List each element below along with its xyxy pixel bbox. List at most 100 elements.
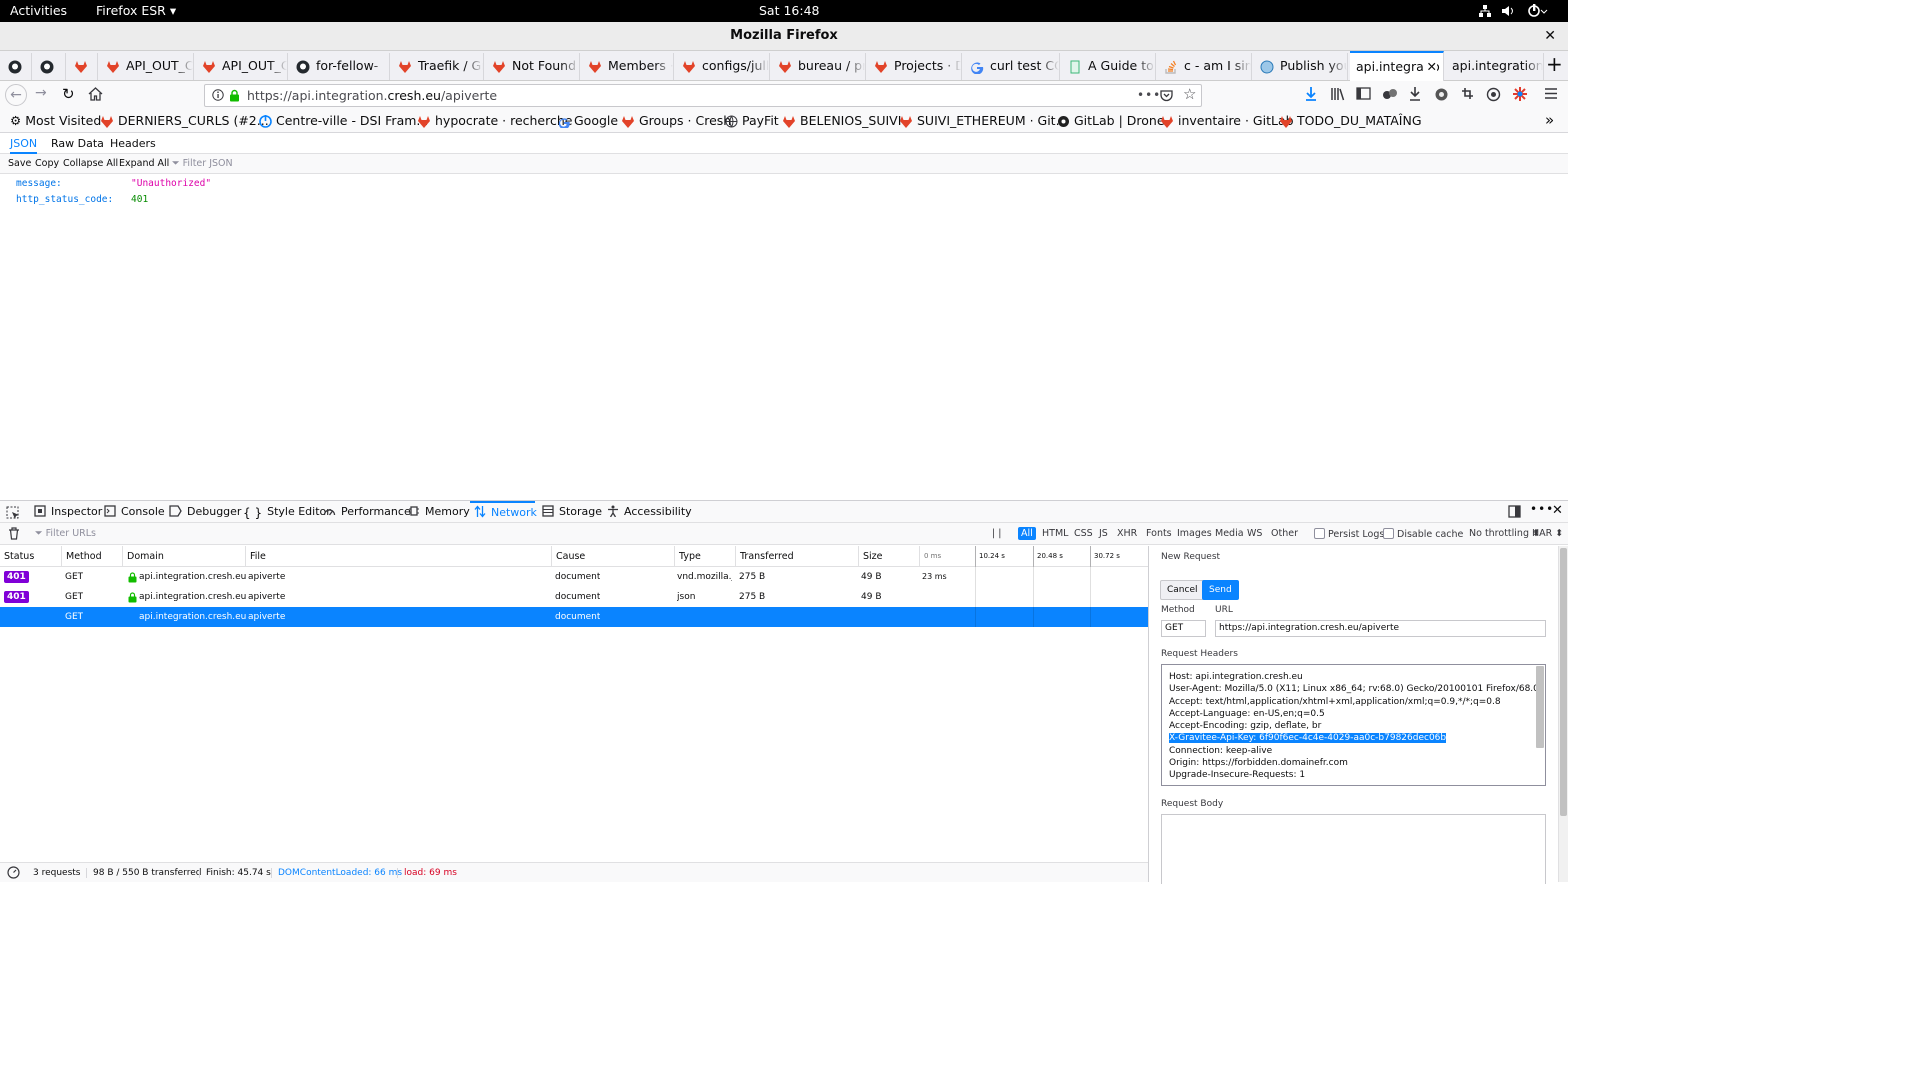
tab-performance[interactable]: Performance xyxy=(323,505,411,518)
site-info-icon[interactable] xyxy=(212,89,224,101)
bookmark[interactable]: PayFit xyxy=(725,113,779,128)
back-button[interactable]: ← xyxy=(5,84,27,106)
forward-button[interactable]: → xyxy=(35,85,47,101)
tab-accessibility[interactable]: Accessibility xyxy=(607,505,692,518)
reload-button[interactable]: ↻ xyxy=(62,85,75,103)
expand-all-button[interactable]: Expand All xyxy=(119,158,169,169)
app-menu[interactable]: Firefox ESR ▾ xyxy=(96,3,176,18)
downloads-icon[interactable] xyxy=(1408,86,1422,102)
tab[interactable]: for-fellow- xyxy=(290,53,390,80)
request-headers-textarea[interactable]: Host: api.integration.cresh.eu User-Agen… xyxy=(1161,664,1546,786)
download-progress-icon[interactable] xyxy=(1304,86,1318,102)
tab-inspector[interactable]: Inspector xyxy=(34,505,102,518)
har-menu[interactable]: HAR ⬍ xyxy=(1532,528,1563,539)
tab[interactable]: bureau / pr xyxy=(772,53,866,80)
lock-icon[interactable] xyxy=(229,89,240,102)
dock-icon[interactable] xyxy=(1508,505,1521,518)
textarea-scrollbar[interactable] xyxy=(1536,666,1544,748)
tab[interactable]: Traefik / Gr xyxy=(392,53,484,80)
send-button[interactable]: Send xyxy=(1202,580,1239,600)
activities-button[interactable]: Activities xyxy=(10,3,67,18)
bookmark[interactable]: GitLab | Drone xyxy=(1057,113,1165,128)
copy-button[interactable]: Copy xyxy=(35,158,59,169)
column-status[interactable]: Status xyxy=(0,546,61,567)
tab[interactable]: Not Found xyxy=(486,53,580,80)
bookmarks-overflow-icon[interactable]: » xyxy=(1545,111,1554,129)
new-tab-button[interactable]: + xyxy=(1546,54,1563,74)
url-input[interactable]: https://api.integration.cresh.eu/apivert… xyxy=(1215,620,1546,637)
column-type[interactable]: Type xyxy=(674,546,735,567)
pause-button[interactable]: | | xyxy=(992,528,1001,539)
devtools-menu-icon[interactable]: ••• xyxy=(1530,502,1554,516)
tab-close-icon[interactable]: ✕ xyxy=(1423,53,1437,81)
filter-other[interactable]: Other xyxy=(1271,528,1298,539)
bookmark[interactable]: Google xyxy=(558,113,618,128)
tab[interactable] xyxy=(34,53,66,80)
filter-html[interactable]: HTML xyxy=(1042,528,1068,539)
filter-xhr[interactable]: XHR xyxy=(1117,528,1137,539)
tab-storage[interactable]: Storage xyxy=(542,505,602,518)
extension-icon[interactable] xyxy=(1434,87,1449,102)
column-timeline[interactable]: 0 ms 10.24 s 20.48 s 30.72 s xyxy=(919,546,1148,567)
tab-headers[interactable]: Headers xyxy=(110,137,156,150)
bookmark[interactable]: DERNIERS_CURLS (#2... xyxy=(100,113,269,129)
persist-logs-checkbox[interactable]: Persist Logs xyxy=(1314,528,1384,540)
column-cause[interactable]: Cause xyxy=(551,546,674,567)
tab[interactable]: Projects · D xyxy=(868,53,962,80)
filter-js[interactable]: JS xyxy=(1099,528,1108,539)
bookmark[interactable]: Centre-ville - DSI Fram... xyxy=(259,113,428,128)
extension-icon[interactable] xyxy=(1382,87,1398,101)
save-button[interactable]: Save xyxy=(8,158,31,169)
clock[interactable]: Sat 16:48 xyxy=(759,3,820,18)
sidebar-icon[interactable] xyxy=(1356,87,1371,100)
tab-memory[interactable]: Memory xyxy=(408,505,470,518)
filter-fonts[interactable]: Fonts xyxy=(1146,528,1172,539)
filter-ws[interactable]: WS xyxy=(1247,528,1262,539)
column-size[interactable]: Size xyxy=(858,546,919,567)
panel-scrollbar[interactable] xyxy=(1558,546,1568,882)
bookmark[interactable]: hypocrate · recherche xyxy=(417,113,572,129)
tab-active[interactable]: api.integratio ✕ xyxy=(1350,51,1444,82)
tab[interactable] xyxy=(2,53,32,80)
bookmark[interactable]: Groups · Cresh xyxy=(621,113,731,129)
request-body-textarea[interactable] xyxy=(1161,814,1546,884)
close-devtools-icon[interactable]: ✕ xyxy=(1552,503,1563,518)
tab[interactable]: Publish you xyxy=(1254,53,1348,80)
home-button[interactable] xyxy=(88,87,103,101)
tab[interactable]: configs/julle xyxy=(676,53,770,80)
performance-analysis-icon[interactable] xyxy=(7,866,20,879)
bookmark-star-icon[interactable]: ☆ xyxy=(1183,84,1196,105)
filter-all[interactable]: All xyxy=(1018,527,1036,540)
tab-json[interactable]: JSON xyxy=(10,137,38,154)
volume-icon[interactable] xyxy=(1501,4,1515,18)
extension-icon[interactable] xyxy=(1512,86,1528,102)
page-actions-icon[interactable]: ••• xyxy=(1137,85,1161,106)
tab-console[interactable]: Console xyxy=(104,505,165,518)
cancel-button[interactable]: Cancel xyxy=(1160,580,1205,600)
bookmark[interactable]: BELENIOS_SUIVI xyxy=(782,113,901,129)
tab[interactable]: api.integration.c xyxy=(1446,53,1544,80)
filter-json-input[interactable]: ⏷ Filter JSON xyxy=(172,158,233,169)
bookmark[interactable]: ⚙ Most Visited xyxy=(10,113,101,128)
filter-images[interactable]: Images xyxy=(1177,528,1212,539)
power-menu-icon[interactable] xyxy=(1527,4,1549,18)
collapse-all-button[interactable]: Collapse All xyxy=(63,158,118,169)
network-icon[interactable] xyxy=(1478,4,1492,18)
tab[interactable]: API_OUT_C xyxy=(196,53,288,80)
column-domain[interactable]: Domain xyxy=(122,546,245,567)
bookmark[interactable]: TODO_DU_MATAÎNG xyxy=(1279,113,1422,129)
library-icon[interactable] xyxy=(1330,87,1346,101)
scrollbar-thumb[interactable] xyxy=(1560,548,1567,816)
extension-icon[interactable] xyxy=(1486,87,1501,102)
pocket-icon[interactable] xyxy=(1160,89,1173,102)
column-transferred[interactable]: Transferred xyxy=(735,546,858,567)
tab[interactable]: Members · xyxy=(582,53,674,80)
method-input[interactable]: GET xyxy=(1161,620,1206,637)
column-file[interactable]: File xyxy=(245,546,551,567)
tab-style-editor[interactable]: { } Style Editor xyxy=(243,505,331,520)
hamburger-menu-icon[interactable] xyxy=(1544,87,1558,100)
bookmark[interactable]: SUIVI_ETHEREUM · Git... xyxy=(899,113,1068,129)
tab[interactable]: API_OUT_C xyxy=(100,53,194,80)
tab-raw-data[interactable]: Raw Data xyxy=(51,137,104,150)
bookmark[interactable]: inventaire · GitLab xyxy=(1160,113,1294,129)
